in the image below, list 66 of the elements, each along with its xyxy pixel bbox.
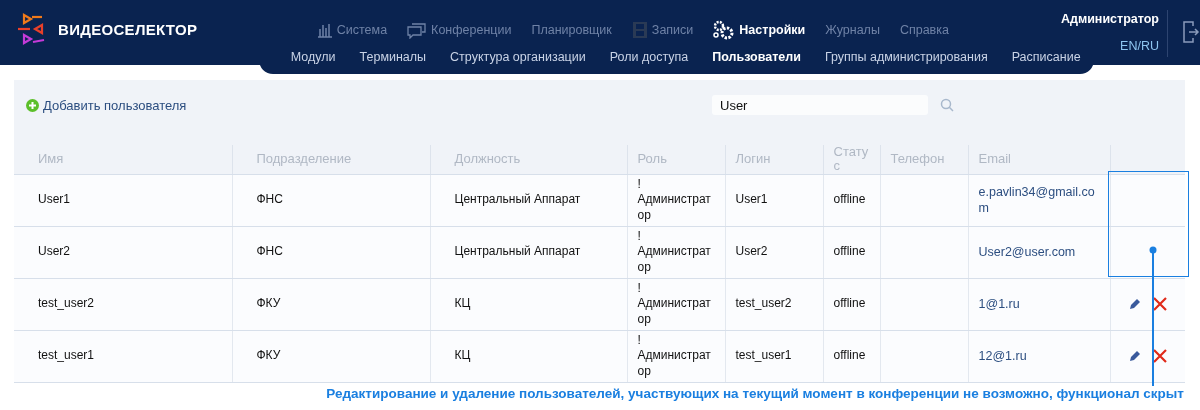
film-icon: [631, 21, 648, 39]
column-header: Роль: [637, 151, 667, 167]
table-cell: test_user2: [38, 296, 95, 311]
table-cell: User1: [38, 192, 70, 207]
column-header: Имя: [38, 151, 64, 167]
user-name: Администратор: [1060, 12, 1159, 26]
table-cell: ! Администратор: [637, 228, 711, 274]
sub-nav-tab[interactable]: Роли доступа: [609, 50, 689, 64]
table-cell: ФНС: [256, 192, 283, 207]
table-cell: User1: [735, 192, 768, 207]
nav-tab[interactable]: Справка: [899, 18, 949, 42]
delete-icon[interactable]: [1152, 349, 1167, 364]
sub-nav-tab[interactable]: Расписание: [1011, 50, 1081, 64]
column-header: Телефон: [890, 151, 945, 167]
sub-nav-tab[interactable]: Пользователи: [712, 50, 801, 64]
table-cell: User2@user.com: [978, 244, 1076, 259]
column-header: Логин: [735, 151, 771, 167]
sub-nav-tab[interactable]: Терминалы: [359, 50, 427, 64]
sub-nav-tab[interactable]: Модули: [290, 50, 336, 64]
logo-text: ВИДЕОСЕЛЕКТОР: [58, 20, 198, 38]
bar-chart-icon: [316, 22, 333, 38]
plus-icon: [26, 98, 39, 112]
table-cell: offline: [833, 192, 866, 207]
nav-tab[interactable]: Планировщик: [531, 18, 612, 42]
nav-tab[interactable]: Конференции: [407, 18, 512, 42]
search-field[interactable]: User: [712, 95, 928, 115]
table-cell: offline: [833, 348, 866, 363]
table-cell: ! Администратор: [637, 176, 711, 222]
table-cell: 1@1.ru: [978, 296, 1020, 311]
table-cell: test_user1: [735, 348, 792, 363]
table-cell: offline: [833, 244, 866, 259]
chat-icon: [407, 21, 428, 39]
nav-tab[interactable]: Записи: [631, 18, 694, 42]
nav-tab[interactable]: Журналы: [825, 18, 880, 42]
delete-icon[interactable]: [1152, 297, 1167, 312]
nav-tab[interactable]: Настройки: [713, 18, 806, 42]
table-cell: User2: [735, 244, 768, 259]
table-cell: ФНС: [256, 244, 283, 259]
nav-tab[interactable]: Система: [316, 18, 388, 42]
table-cell: test_user1: [38, 348, 95, 363]
sub-nav-tab[interactable]: Структура организации: [450, 50, 586, 64]
table-cell: ! Администратор: [637, 332, 711, 378]
language-link[interactable]: EN/RU: [1120, 39, 1159, 53]
table-cell: User2: [38, 244, 70, 259]
gears-icon: [713, 20, 736, 40]
annotation-text: Редактирование и удаление пользователей, участвующих на текущий момент в конференции не возможно, функционал скрыт: [326, 386, 1184, 401]
table-cell: e.pavlin34@gmail.com: [978, 184, 1095, 216]
column-header: Статус: [833, 144, 869, 174]
table-cell: ! Администратор: [637, 280, 711, 326]
add-user-button[interactable]: Добавить пользователя: [26, 97, 712, 113]
column-header: Должность: [454, 151, 521, 167]
table-cell: Центральный Аппарат: [454, 244, 581, 259]
table-cell: КЦ: [454, 348, 471, 363]
logout-icon[interactable]: [1182, 20, 1200, 44]
table-cell: 12@1.ru: [978, 348, 1027, 363]
table-cell: ФКУ: [256, 348, 281, 363]
column-header: Email: [978, 151, 1011, 167]
pencil-icon[interactable]: [1128, 298, 1141, 311]
column-header: Подразделение: [256, 151, 352, 167]
table-cell: offline: [833, 296, 866, 311]
table-cell: ФКУ: [256, 296, 281, 311]
pencil-icon[interactable]: [1128, 350, 1141, 363]
table-cell: test_user2: [735, 296, 792, 311]
table-cell: КЦ: [454, 296, 471, 311]
table-cell: Центральный Аппарат: [454, 192, 581, 207]
sub-nav-tab[interactable]: Группы администрирования: [824, 50, 988, 64]
